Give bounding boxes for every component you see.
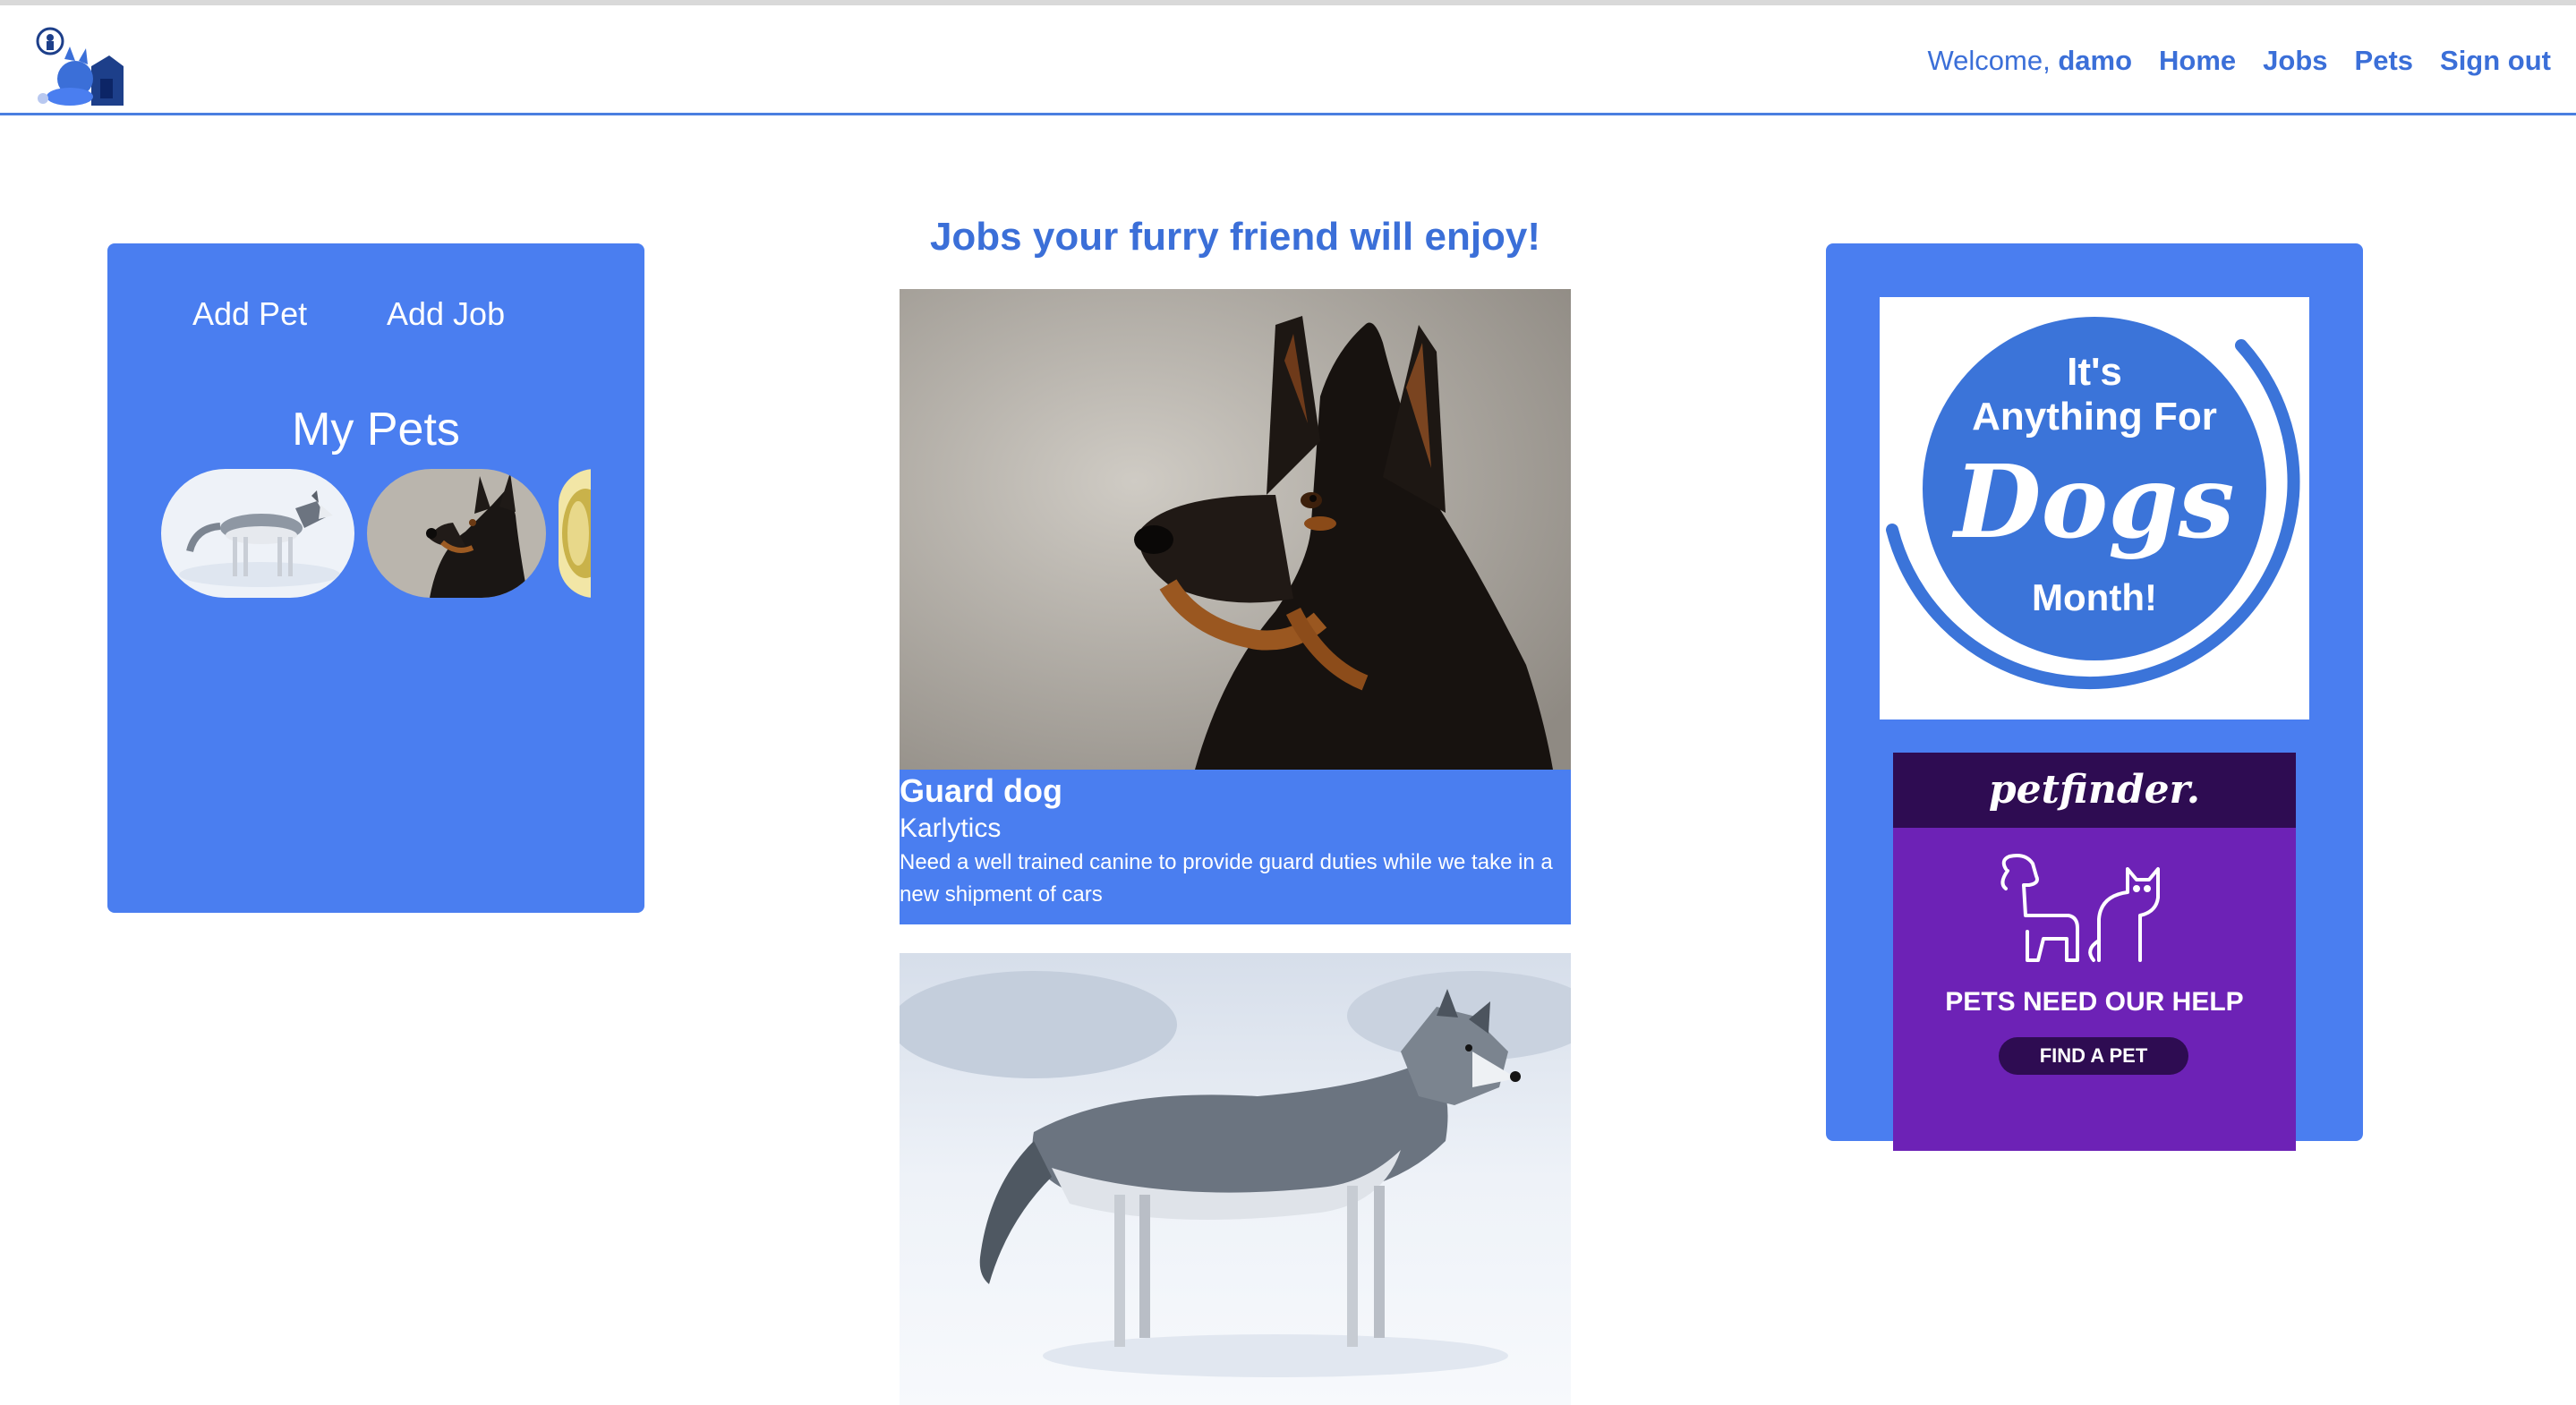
- ad1-line2: Anything For: [1972, 395, 2217, 439]
- petfinder-logo: petfinder.: [1893, 753, 2296, 828]
- dog-cat-icon: [2000, 854, 2160, 962]
- jobs-heading: Jobs your furry friend will enjoy!: [929, 215, 1541, 259]
- my-pets-panel: Add Pet Add Job My Pets: [107, 243, 644, 913]
- pet-avatar-doberman[interactable]: [367, 469, 546, 598]
- job-image-doberman: [900, 289, 1571, 770]
- ad1-line4: Month!: [2032, 576, 2157, 618]
- ads-panel: It's Anything For Dogs Month! petfinder.…: [1826, 243, 2363, 1151]
- nav-pets-link[interactable]: Pets: [2355, 45, 2413, 77]
- job-card[interactable]: Guard dog Karlytics Need a well trained …: [900, 289, 1571, 926]
- my-pets-title: My Pets: [292, 404, 460, 456]
- nav-signout-link[interactable]: Sign out: [2440, 45, 2551, 77]
- ad1-line3: Dogs: [1951, 444, 2234, 561]
- navbar: Welcome, damo Home Jobs Pets Sign out: [0, 5, 2576, 115]
- find-a-pet-button[interactable]: FIND A PET: [1999, 1037, 2188, 1075]
- nav-jobs-link[interactable]: Jobs: [2263, 45, 2327, 77]
- petfinder-tagline: PETS NEED OUR HELP: [1945, 987, 2244, 1017]
- job-card[interactable]: [900, 953, 1571, 1405]
- pet-avatar-partial[interactable]: [559, 469, 591, 598]
- job-image-husky: [900, 953, 1571, 1405]
- add-job-button[interactable]: Add Job: [387, 295, 505, 333]
- petfinder-ad[interactable]: petfinder. PETS NEED OUR HELP FIND A PET: [1893, 753, 2296, 1151]
- username: damo: [2058, 45, 2133, 76]
- job-title: Guard dog: [900, 772, 1062, 809]
- pets-carousel[interactable]: [161, 469, 591, 600]
- job-description: Need a well trained canine to provide gu…: [900, 850, 1553, 907]
- nav-links: Welcome, damo Home Jobs Pets Sign out: [1927, 45, 2551, 77]
- site-logo[interactable]: [34, 20, 124, 106]
- nav-home-link[interactable]: Home: [2159, 45, 2236, 77]
- job-details: Guard dog Karlytics Need a well trained …: [900, 770, 1571, 924]
- ad1-line1: It's: [2067, 350, 2122, 394]
- anything-for-dogs-ad[interactable]: It's Anything For Dogs Month!: [1880, 297, 2309, 720]
- welcome-prefix: Welcome,: [1927, 45, 2051, 76]
- add-pet-button[interactable]: Add Pet: [192, 295, 307, 333]
- job-company: Karlytics: [900, 813, 1002, 843]
- welcome-text: Welcome, damo: [1927, 45, 2132, 77]
- pet-avatar-husky[interactable]: [161, 469, 354, 598]
